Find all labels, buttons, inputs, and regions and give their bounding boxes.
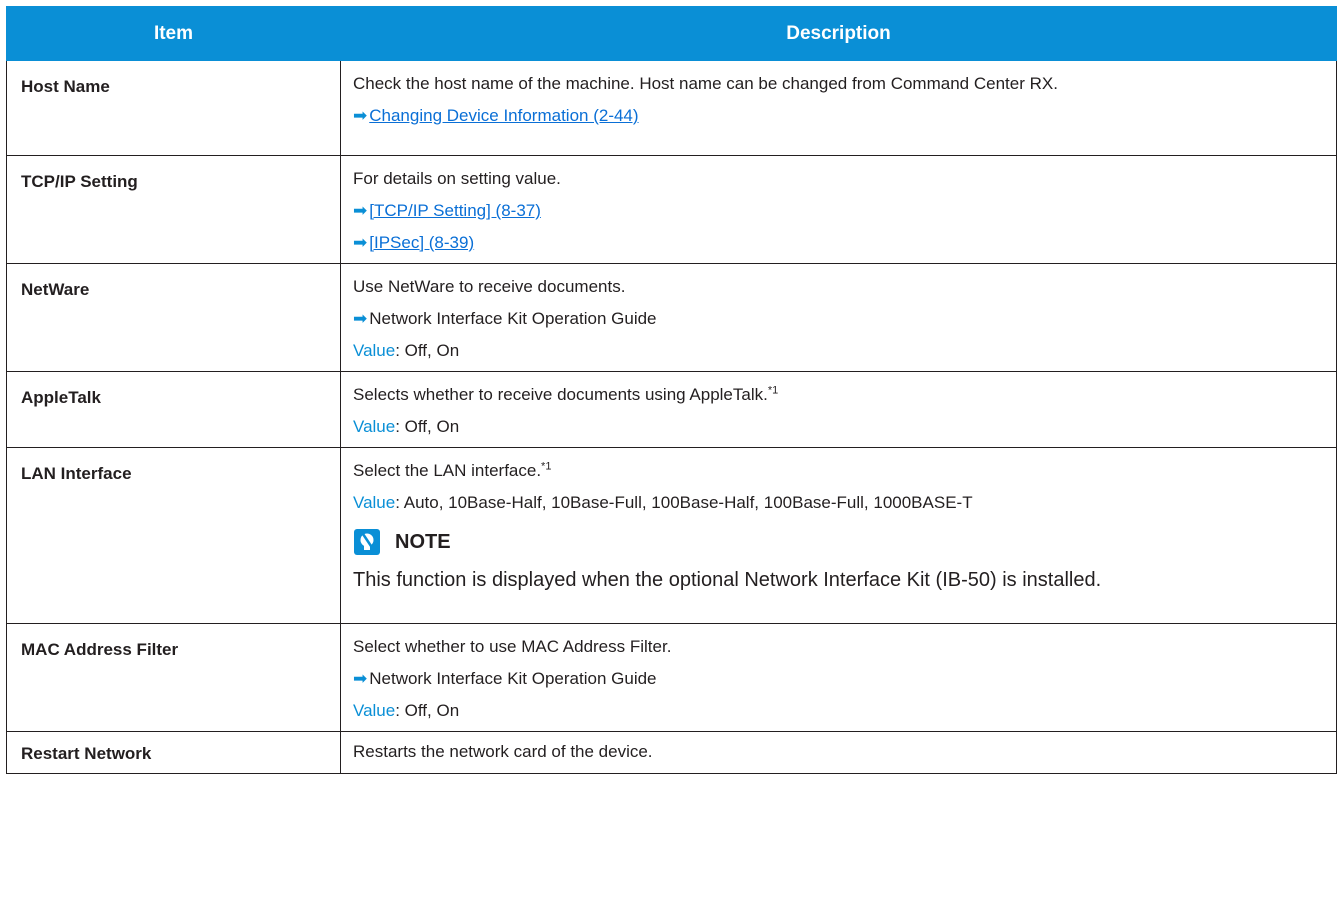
value-text: : Off, On — [395, 341, 460, 360]
right-arrow-icon: ➡ — [353, 309, 368, 328]
table-row: Restart Network Restarts the network car… — [6, 731, 1337, 774]
link-tcpip-setting[interactable]: [TCP/IP Setting] (8-37) — [369, 201, 541, 220]
footnote-marker: *1 — [541, 460, 552, 473]
link-ipsec[interactable]: [IPSec] (8-39) — [369, 233, 474, 252]
item-description: Select the LAN interface.*1 Value: Auto,… — [340, 447, 1337, 624]
item-name: Restart Network — [6, 731, 341, 774]
reference-text: Network Interface Kit Operation Guide — [369, 669, 657, 688]
table-row: LAN Interface Select the LAN interface.*… — [6, 447, 1337, 624]
right-arrow-icon: ➡ — [353, 233, 368, 252]
column-header-description: Description — [340, 6, 1337, 61]
table-row: NetWare Use NetWare to receive documents… — [6, 263, 1337, 372]
reference-text: Network Interface Kit Operation Guide — [369, 309, 657, 328]
value-text: : Off, On — [395, 417, 460, 436]
table-row: Host Name Check the host name of the mac… — [6, 60, 1337, 156]
link-changing-device-information[interactable]: Changing Device Information (2-44) — [369, 106, 638, 125]
value-label: Value — [353, 417, 396, 436]
right-arrow-icon: ➡ — [353, 106, 368, 125]
item-name: TCP/IP Setting — [6, 155, 341, 264]
column-header-item: Item — [6, 6, 341, 61]
note-title: NOTE — [395, 530, 451, 553]
item-name: Host Name — [6, 60, 341, 156]
item-description: Selects whether to receive documents usi… — [340, 371, 1337, 448]
note-text: This function is displayed when the opti… — [353, 569, 1102, 591]
description-text: Use NetWare to receive documents. — [353, 277, 626, 296]
item-description: Use NetWare to receive documents. ➡ Netwo… — [340, 263, 1337, 372]
table-row: MAC Address Filter Select whether to use… — [6, 623, 1337, 732]
description-text: Selects whether to receive documents usi… — [353, 385, 768, 404]
description-text: Check the host name of the machine. Host… — [353, 74, 1058, 93]
item-description: Restarts the network card of the device. — [340, 731, 1337, 774]
value-label: Value — [353, 493, 396, 512]
description-text: For details on setting value. — [353, 169, 561, 188]
value-text: : Off, On — [395, 701, 460, 720]
description-text: Select the LAN interface. — [353, 461, 542, 480]
item-name: NetWare — [6, 263, 341, 372]
item-name: LAN Interface — [6, 447, 341, 624]
description-text: Select whether to use MAC Address Filter… — [353, 637, 672, 656]
settings-table-container: Item Description Host Name Check the hos… — [6, 6, 1337, 774]
table-row: TCP/IP Setting For details on setting va… — [6, 155, 1337, 264]
value-label: Value — [353, 341, 396, 360]
network-settings-table: Item Description Host Name Check the hos… — [6, 6, 1337, 774]
note-lightbulb-icon — [354, 529, 380, 555]
right-arrow-icon: ➡ — [353, 201, 368, 220]
item-description: For details on setting value. ➡ [TCP/IP S… — [340, 155, 1337, 264]
item-name: AppleTalk — [6, 371, 341, 448]
note-heading: NOTE — [353, 528, 1320, 556]
item-description: Check the host name of the machine. Host… — [340, 60, 1337, 156]
item-name: MAC Address Filter — [6, 623, 341, 732]
value-text: : Auto, 10Base-Half, 10Base-Full, 100Bas… — [395, 493, 973, 512]
table-row: AppleTalk Selects whether to receive doc… — [6, 371, 1337, 448]
value-label: Value — [353, 701, 396, 720]
right-arrow-icon: ➡ — [353, 669, 368, 688]
footnote-marker: *1 — [767, 384, 779, 397]
table-header-row: Item Description — [6, 6, 1337, 61]
description-text: Restarts the network card of the device. — [353, 742, 653, 761]
item-description: Select whether to use MAC Address Filter… — [340, 623, 1337, 732]
